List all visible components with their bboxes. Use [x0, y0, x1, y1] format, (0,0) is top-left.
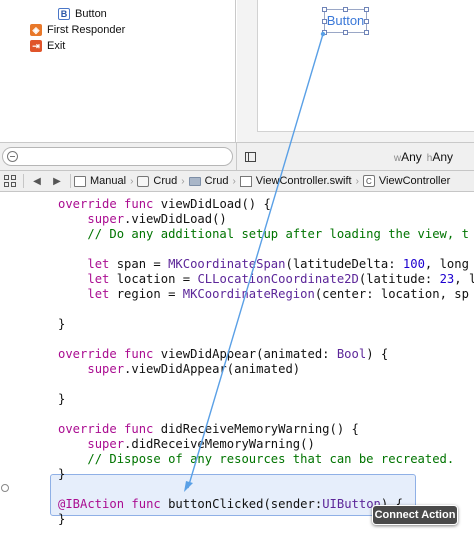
height-class-value: Any	[432, 150, 453, 164]
resize-handle[interactable]	[322, 19, 327, 24]
document-icon	[74, 175, 86, 187]
button-icon: B	[58, 8, 70, 20]
resize-handle[interactable]	[322, 7, 327, 12]
crumb-label: Crud	[153, 175, 178, 187]
filter-input[interactable]	[23, 149, 223, 164]
project-icon	[137, 175, 150, 187]
crumb-file[interactable]: ViewController.swift	[239, 171, 352, 191]
divider	[70, 174, 71, 188]
related-items-icon[interactable]	[4, 175, 16, 187]
outline-item-label: Button	[75, 8, 107, 20]
back-button[interactable]: ◀	[27, 171, 47, 191]
crumb-project[interactable]: Crud	[137, 171, 177, 191]
outline-item-exit[interactable]: ⇥ Exit	[30, 38, 65, 54]
code-line: }	[58, 467, 66, 481]
outline-item-button[interactable]: B Button	[58, 6, 107, 22]
crumb-manual[interactable]: Manual	[74, 171, 126, 191]
folder-icon	[188, 176, 201, 186]
code-line: }	[58, 512, 66, 526]
size-class-button[interactable]: wAny hAny	[394, 150, 458, 164]
first-responder-icon: ◈	[30, 24, 42, 36]
code-line: super.didReceiveMemoryWarning()	[87, 437, 315, 451]
chevron-right-icon: ›	[130, 175, 134, 187]
crumb-folder[interactable]: Crud	[188, 171, 229, 191]
code-editor[interactable]: override func viewDidLoad() { super.view…	[0, 193, 474, 533]
code-line: override func viewDidLoad() {	[58, 197, 271, 211]
code-line: }	[58, 392, 66, 406]
document-outline: B Button ◈ First Responder ⇥ Exit	[0, 0, 236, 142]
code-line: let region = MKCoordinateRegion(center: …	[87, 287, 469, 301]
code-line: // Dispose of any resources that can be …	[87, 452, 455, 466]
crumb-label: ViewController	[378, 175, 451, 187]
code-line: let span = MKCoordinateSpan(latitudeDelt…	[87, 257, 469, 271]
storyboard-canvas: Button	[237, 0, 474, 142]
resize-handle[interactable]	[322, 30, 327, 35]
connection-circle-icon[interactable]	[1, 484, 9, 492]
jump-bar: ◀ ▶ Manual › Crud › Crud › ViewControlle…	[0, 170, 474, 192]
resize-handle[interactable]	[364, 30, 369, 35]
outline-filter-bar	[0, 142, 237, 170]
outline-item-label: First Responder	[47, 24, 126, 36]
code-line: let location = CLLocationCoordinate2D(la…	[87, 272, 474, 286]
resize-handle[interactable]	[364, 7, 369, 12]
filter-icon	[7, 151, 18, 162]
exit-icon: ⇥	[30, 40, 42, 52]
toggle-outline-icon[interactable]	[245, 152, 256, 162]
code-line: override func viewDidAppear(animated: Bo…	[58, 347, 389, 361]
size-class-bar: wAny hAny	[237, 142, 474, 170]
swift-file-icon	[239, 175, 252, 187]
code-line: }	[58, 317, 66, 331]
width-class-prefix: w	[393, 153, 402, 164]
divider	[23, 174, 24, 188]
outline-item-label: Exit	[47, 40, 66, 52]
resize-handle[interactable]	[364, 19, 369, 24]
code-line: super.viewDidAppear(animated)	[87, 362, 301, 376]
filter-field[interactable]	[2, 147, 233, 166]
connect-action-tooltip: Connect Action	[372, 505, 458, 525]
chevron-right-icon: ›	[355, 175, 359, 187]
crumb-class[interactable]: C ViewController	[362, 171, 451, 191]
chevron-right-icon: ›	[181, 175, 185, 187]
forward-button[interactable]: ▶	[47, 171, 67, 191]
chevron-right-icon: ›	[232, 175, 236, 187]
code-line: override func didReceiveMemoryWarning() …	[58, 422, 359, 436]
resize-handle[interactable]	[343, 30, 348, 35]
outline-item-first-responder[interactable]: ◈ First Responder	[30, 22, 125, 38]
view-controller-scene: Button	[257, 0, 474, 132]
crumb-label: ViewController.swift	[255, 175, 352, 187]
class-icon: C	[362, 175, 375, 187]
code-line: super.viewDidLoad()	[87, 212, 227, 226]
crumb-label: Manual	[90, 175, 127, 187]
crumb-label: Crud	[204, 175, 229, 187]
editor-gutter	[0, 193, 22, 533]
width-class-value: Any	[401, 150, 422, 164]
code-line: @IBAction func buttonClicked(sender:UIBu…	[58, 497, 403, 511]
resize-handle[interactable]	[343, 7, 348, 12]
code-line: // Do any additional setup after loading…	[87, 227, 469, 241]
